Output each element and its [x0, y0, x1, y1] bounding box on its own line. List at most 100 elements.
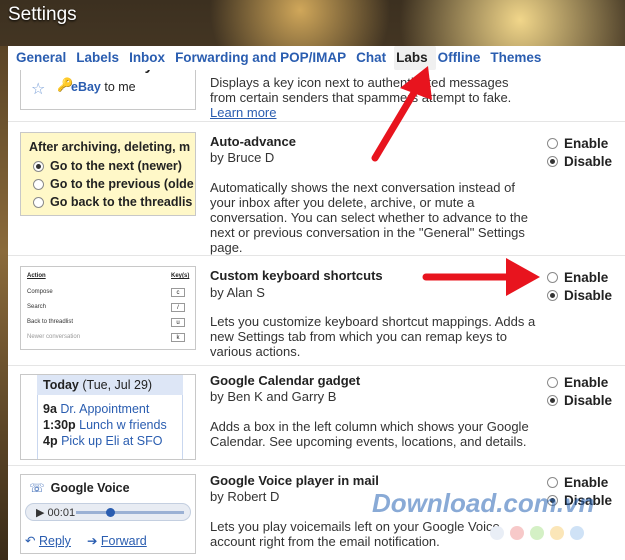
watermark-dot	[530, 526, 544, 540]
tab-forwarding[interactable]: Forwarding and POP/IMAP	[173, 46, 354, 70]
thumb-event: 1:30p Lunch w friends	[43, 418, 167, 432]
tab-chat[interactable]: Chat	[354, 46, 394, 70]
thumb-key: /	[171, 303, 185, 312]
thumb-option: Go back to the threadlis	[33, 195, 192, 209]
disable-label: Disable	[564, 392, 613, 408]
lab-thumb-keyboard: Action Key(s) Compose c Search / Back to…	[20, 266, 196, 350]
lab-thumb-auto-advance: After archiving, deleting, m Go to the n…	[20, 132, 196, 216]
event-time: 9a	[43, 402, 57, 416]
event-time: 4p	[43, 434, 58, 448]
thumb-voice-time: 00:01	[47, 507, 76, 519]
radio-icon[interactable]	[547, 137, 558, 149]
thumb-voice-head: ☏ Google Voice	[29, 480, 130, 496]
desc-line: from certain senders that spammers attem…	[210, 90, 512, 105]
lab-row-calendar-gadget: Today (Tue, Jul 29) 9a Dr. Appointment 1…	[8, 366, 625, 466]
tab-general[interactable]: General	[14, 46, 74, 70]
radio-icon[interactable]	[547, 394, 558, 406]
radio-icon[interactable]	[547, 289, 558, 301]
thumb-key: u	[171, 318, 185, 327]
enable-option[interactable]: Enable	[547, 268, 612, 286]
event-text: Lunch w friends	[79, 418, 167, 432]
thumb-action: Search	[27, 304, 47, 310]
radio-icon	[33, 178, 44, 190]
keyboard-shortcuts-toggle: Enable Disable	[547, 268, 612, 304]
background-strip	[0, 46, 8, 560]
thumb-keys-header: Key(s)	[171, 273, 190, 279]
tab-labels[interactable]: Labels	[74, 46, 127, 70]
lab-description: Displays a key icon next to authenticate…	[210, 75, 540, 120]
lab-row-auto-advance: After archiving, deleting, m Go to the n…	[8, 122, 625, 256]
watermark-dot	[510, 526, 524, 540]
desc-line: Lets you customize keyboard shortcut map…	[210, 314, 536, 329]
thumb-option-label: Go to the next (newer)	[50, 159, 182, 173]
disable-option[interactable]: Disable	[547, 152, 612, 170]
disable-option[interactable]: Disable	[547, 391, 612, 409]
thumb-action-header: Action	[27, 273, 46, 279]
thumb-key: k	[171, 333, 185, 342]
event-text: Pick up Eli at SFO	[61, 434, 163, 448]
settings-tabs: General Labels Inbox Forwarding and POP/…	[8, 46, 625, 70]
lab-author: by Ben K and Garry B	[210, 389, 337, 404]
page-title: Settings	[8, 4, 77, 25]
thumb-sender-line: eBay to me	[71, 80, 136, 94]
learn-more-link[interactable]: Learn more	[210, 105, 540, 120]
thumb-voice-player: ▶ 00:01	[25, 503, 191, 521]
settings-panel: General Labels Inbox Forwarding and POP/…	[8, 46, 625, 560]
lab-title: Google Calendar gadget	[210, 373, 361, 388]
thumb-event: 9a Dr. Appointment	[43, 402, 149, 416]
radio-icon	[33, 196, 44, 208]
calendar-gadget-toggle: Enable Disable	[547, 373, 612, 409]
thumb-voice-title: Google Voice	[50, 480, 130, 495]
enable-label: Enable	[564, 374, 609, 390]
desc-line: conversation. You can select whether to …	[210, 210, 528, 225]
thumb-action: Back to threadlist	[27, 319, 74, 325]
thumb-to: to me	[104, 80, 136, 94]
thumb-date: (Tue, Jul 29)	[82, 378, 153, 392]
thumb-action: Newer conversation	[27, 334, 81, 340]
watermark-dot	[550, 526, 564, 540]
desc-line: Calendar. See upcoming events, locations…	[210, 434, 527, 449]
radio-icon[interactable]	[547, 271, 558, 283]
watermark-dot	[570, 526, 584, 540]
tab-inbox[interactable]: Inbox	[127, 46, 173, 70]
lab-author: by Bruce D	[210, 150, 275, 165]
tab-offline[interactable]: Offline	[436, 46, 489, 70]
lab-thumb-calendar: Today (Tue, Jul 29) 9a Dr. Appointment 1…	[20, 374, 196, 460]
lab-title: Custom keyboard shortcuts	[210, 268, 383, 283]
radio-icon	[33, 160, 44, 172]
thumb-today: Today (Tue, Jul 29)	[37, 375, 183, 395]
phone-icon: ☏	[29, 481, 45, 495]
desc-line: next or previous conversation in the "Ge…	[210, 225, 525, 240]
lab-description: Lets you customize keyboard shortcut map…	[210, 314, 540, 359]
tab-labs[interactable]: Labs	[394, 46, 436, 70]
thumb-heading: After archiving, deleting, m	[29, 140, 191, 154]
event-text: Dr. Appointment	[60, 402, 150, 416]
disable-label: Disable	[564, 153, 613, 169]
thumb-forward: ➔ Forward	[87, 533, 147, 548]
radio-icon[interactable]	[547, 476, 558, 488]
lab-author: by Alan S	[210, 285, 265, 300]
auto-advance-toggle: Enable Disable	[547, 134, 612, 170]
disable-label: Disable	[564, 287, 613, 303]
enable-option[interactable]: Enable	[547, 134, 612, 152]
play-icon: ▶	[36, 507, 45, 519]
radio-icon[interactable]	[547, 155, 558, 167]
watermark-text: Download.com.vn	[372, 488, 595, 518]
star-icon: ☆	[31, 81, 46, 98]
tab-themes[interactable]: Themes	[488, 46, 549, 70]
enable-label: Enable	[564, 135, 609, 151]
lab-title: Auto-advance	[210, 134, 296, 149]
desc-line: Displays a key icon next to authenticate…	[210, 75, 509, 90]
thumb-reply-label: Reply	[38, 534, 71, 548]
radio-icon[interactable]	[547, 376, 558, 388]
thumb-today-label: Today	[43, 378, 79, 392]
thumb-event: 4p Pick up Eli at SFO	[43, 434, 163, 448]
desc-line: Adds a box in the left column which show…	[210, 419, 529, 434]
enable-option[interactable]: Enable	[547, 373, 612, 391]
lab-author: by Robert D	[210, 489, 280, 504]
desc-line: Automatically shows the next conversatio…	[210, 180, 515, 195]
disable-option[interactable]: Disable	[547, 286, 612, 304]
lab-row-keyboard-shortcuts: Action Key(s) Compose c Search / Back to…	[8, 256, 625, 366]
watermark-dot	[490, 526, 504, 540]
watermark-dots	[490, 526, 584, 540]
